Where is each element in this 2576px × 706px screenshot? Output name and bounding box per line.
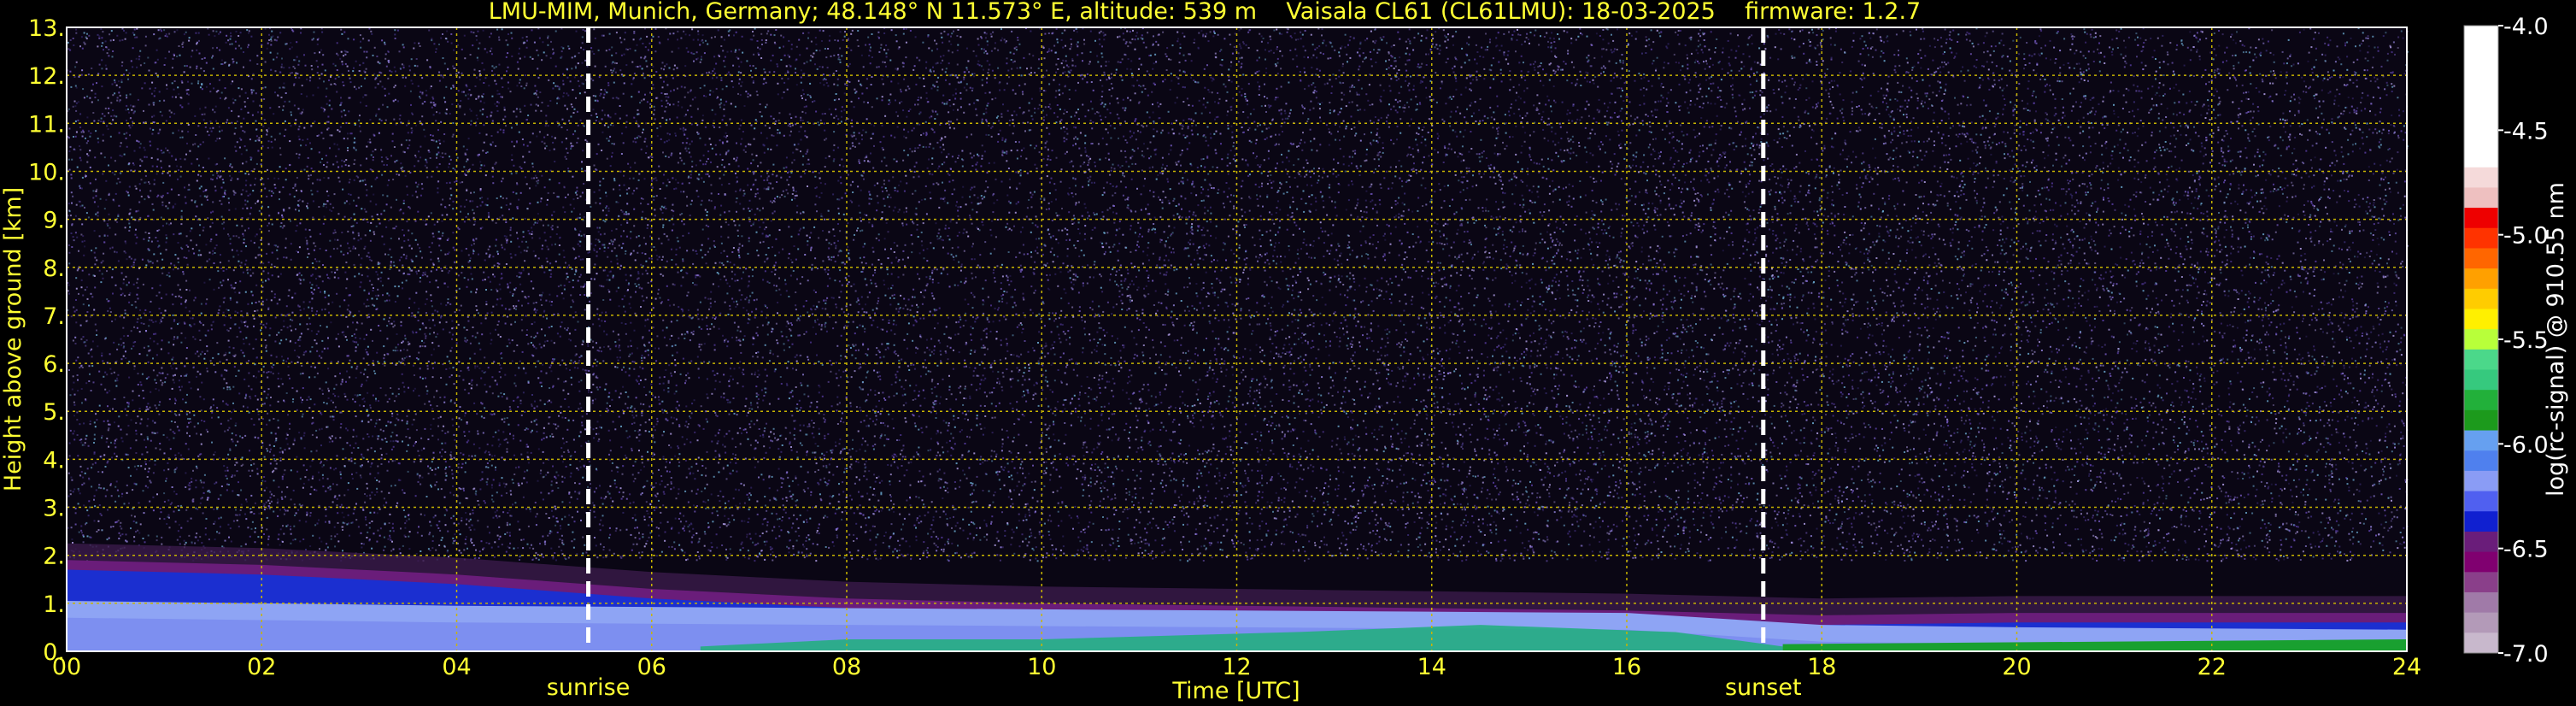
x-tick-label: 14 bbox=[1417, 654, 1446, 680]
colorbar-segment bbox=[2464, 309, 2498, 329]
y-tick-label: 13. bbox=[28, 15, 65, 42]
y-axis-label: Height above ground [km] bbox=[0, 187, 26, 491]
y-tick-label: 9. bbox=[43, 208, 65, 234]
x-tick-label: 22 bbox=[2198, 654, 2227, 680]
y-tick-label: 2. bbox=[43, 544, 65, 570]
colorbar-tick-label: -6.0 bbox=[2503, 432, 2549, 458]
y-tick-label: 1. bbox=[43, 591, 65, 618]
x-axis-label: Time [UTC] bbox=[1171, 678, 1300, 704]
colorbar-segment bbox=[2464, 370, 2498, 391]
colorbar-segment bbox=[2464, 350, 2498, 370]
colorbar-segment bbox=[2464, 613, 2498, 633]
colorbar-segment bbox=[2464, 491, 2498, 512]
colorbar-segment bbox=[2464, 410, 2498, 431]
y-tick-label: 4. bbox=[43, 447, 65, 474]
y-tick-label: 7. bbox=[43, 303, 65, 330]
x-tick-label: 20 bbox=[2002, 654, 2031, 680]
colorbar-segment bbox=[2464, 187, 2498, 208]
x-tick-label: 02 bbox=[247, 654, 276, 680]
colorbar-segment bbox=[2464, 248, 2498, 268]
colorbar-segment bbox=[2464, 532, 2498, 552]
colorbar-segment bbox=[2464, 228, 2498, 249]
colorbar-segment bbox=[2464, 168, 2498, 188]
x-tick-label: 10 bbox=[1027, 654, 1056, 680]
colorbar-tick-label: -4.0 bbox=[2503, 14, 2549, 40]
colorbar-segment bbox=[2464, 26, 2498, 46]
y-tick-label: 3. bbox=[43, 496, 65, 522]
y-tick-label: 11. bbox=[28, 111, 65, 138]
colorbar-segment bbox=[2464, 329, 2498, 350]
colorbar-segment bbox=[2464, 511, 2498, 532]
colorbar-segment bbox=[2464, 431, 2498, 451]
colorbar-label: log(rc-signal) @ 910.55 nm bbox=[2543, 182, 2569, 497]
colorbar-segment bbox=[2464, 147, 2498, 168]
colorbar-segment bbox=[2464, 208, 2498, 228]
x-tick-label: 18 bbox=[1807, 654, 1836, 680]
x-tick-label: 24 bbox=[2392, 654, 2421, 680]
colorbar-segment bbox=[2464, 66, 2498, 86]
y-tick-label: 6. bbox=[43, 351, 65, 378]
colorbar-segment bbox=[2464, 46, 2498, 67]
colorbar-segment bbox=[2464, 632, 2498, 653]
x-tick-label: 12 bbox=[1222, 654, 1251, 680]
y-tick-label: 10. bbox=[28, 159, 65, 185]
colorbar-tick-label: -4.5 bbox=[2503, 118, 2549, 144]
colorbar-segment bbox=[2464, 86, 2498, 107]
colorbar-segment bbox=[2464, 592, 2498, 613]
colorbar-segment bbox=[2464, 572, 2498, 592]
y-tick-label: 8. bbox=[43, 256, 65, 282]
x-tick-label: 06 bbox=[637, 654, 666, 680]
x-tick-label: 04 bbox=[442, 654, 471, 680]
y-tick-label: 0. bbox=[43, 639, 65, 666]
colorbar-segment bbox=[2464, 107, 2498, 127]
y-tick-label: 5. bbox=[43, 399, 65, 426]
colorbar-segment bbox=[2464, 126, 2498, 147]
lidar-heatmap-chart: sunrise sunset00 02 04 06 08 10 12 14 16 18 20 22 240… bbox=[0, 0, 2576, 706]
colorbar-segment bbox=[2464, 268, 2498, 289]
colorbar-tick-label: -6.5 bbox=[2503, 537, 2549, 563]
colorbar-segment bbox=[2464, 390, 2498, 410]
colorbar-segment bbox=[2464, 289, 2498, 309]
colorbar-tick-label: -7.0 bbox=[2503, 641, 2549, 668]
x-tick-label: 16 bbox=[1612, 654, 1641, 680]
annotation-label-sunrise: sunrise bbox=[547, 674, 631, 701]
x-tick-label: 08 bbox=[832, 654, 861, 680]
y-tick-label: 12. bbox=[28, 63, 65, 90]
colorbar-segment bbox=[2464, 471, 2498, 491]
colorbar-segment bbox=[2464, 450, 2498, 471]
colorbar-tick-label: -5.0 bbox=[2503, 223, 2549, 250]
annotation-label-sunset: sunset bbox=[1725, 674, 1802, 701]
colorbar-segment bbox=[2464, 552, 2498, 573]
colorbar-tick-label: -5.5 bbox=[2503, 327, 2549, 354]
